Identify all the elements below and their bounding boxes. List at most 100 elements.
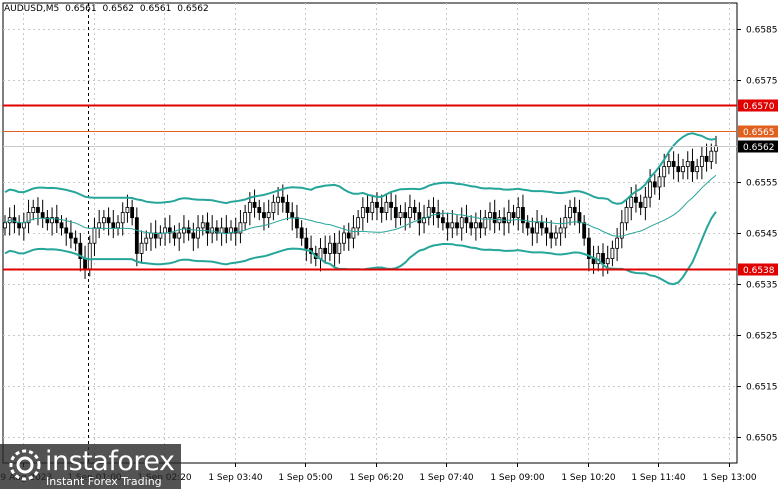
candle-body xyxy=(59,222,64,229)
ohlc-close: 0.6562 xyxy=(177,4,209,14)
candle-body xyxy=(356,217,361,229)
x-tick-label: 1 Sep 09:00 xyxy=(490,473,545,483)
candle-body xyxy=(276,196,280,203)
candle-body xyxy=(652,181,657,188)
candle-body xyxy=(676,166,681,173)
bollinger-upper-band xyxy=(4,132,717,205)
candle-body xyxy=(450,222,455,229)
candle-body xyxy=(417,212,422,224)
candle-body xyxy=(252,201,257,208)
candle-body xyxy=(40,212,45,219)
candle-body xyxy=(106,217,111,224)
candle-body xyxy=(360,207,365,219)
candle-body xyxy=(83,258,87,270)
candle-body xyxy=(572,207,577,213)
candle-body xyxy=(139,242,144,254)
price-level-label: 0.6562 xyxy=(743,143,775,153)
symbol-timeframe: AUDUSD,M5 xyxy=(4,4,60,14)
candle-body xyxy=(342,232,346,244)
candle-body xyxy=(398,212,403,219)
candle-body xyxy=(370,201,375,213)
candle-body xyxy=(177,232,182,239)
candle-body xyxy=(497,217,502,224)
candle-body xyxy=(73,237,78,244)
candle-body xyxy=(332,242,337,254)
x-tick-label: 1 Sep 05:00 xyxy=(278,473,333,483)
candle-body xyxy=(648,181,652,198)
y-tick-label: 0.6535 xyxy=(746,281,778,291)
y-tick-label: 0.6545 xyxy=(746,230,778,240)
candle-body xyxy=(31,207,36,213)
candle-body xyxy=(615,237,620,249)
candle-body xyxy=(436,212,441,219)
price-level-label: 0.6565 xyxy=(743,128,775,138)
candle-body xyxy=(605,258,610,265)
watermark-brand: instaforex xyxy=(45,446,175,477)
candle-body xyxy=(704,155,709,162)
candle-body xyxy=(464,217,469,224)
candle-body xyxy=(473,222,478,229)
candle-body xyxy=(290,212,295,219)
candle-body xyxy=(149,232,153,239)
candle-body xyxy=(671,161,676,167)
candle-body xyxy=(506,212,511,224)
candle-body xyxy=(530,227,535,234)
chart-title: AUDUSD,M5 0.6561 0.6562 0.6561 0.6562 xyxy=(4,4,212,14)
candle-body xyxy=(247,201,252,213)
candle-body xyxy=(196,227,200,239)
candle-body xyxy=(582,222,587,239)
candle-body xyxy=(681,166,685,173)
y-tick-label: 0.6575 xyxy=(746,77,778,87)
candle-body xyxy=(219,227,224,234)
chart: 0.6505 0.6515 0.6525 0.6535 0.6545 0.6555 0.65… xyxy=(0,0,781,489)
candle-body xyxy=(172,232,177,239)
candle-body xyxy=(64,227,69,234)
candle-body xyxy=(549,232,554,239)
candle-body xyxy=(130,207,135,219)
ohlc-high: 0.6562 xyxy=(102,4,135,14)
x-tick-label: 1 Sep 11:40 xyxy=(631,473,686,483)
candle-body xyxy=(667,161,671,167)
candle-body xyxy=(393,207,398,219)
candle-body xyxy=(323,247,328,254)
candle-body xyxy=(379,207,384,213)
candle-body xyxy=(266,212,271,219)
x-tick-label: 1 Sep 06:20 xyxy=(349,473,404,483)
candle-body xyxy=(3,222,7,229)
candle-body xyxy=(285,201,290,213)
candle-body xyxy=(657,176,662,188)
candle-body xyxy=(351,227,356,239)
candle-body xyxy=(492,212,497,224)
watermark: instaforex Instant Forex Trading xyxy=(0,444,181,489)
candle-body xyxy=(87,242,92,270)
watermark-tagline: Instant Forex Trading xyxy=(46,475,162,488)
candle-body xyxy=(257,207,262,213)
candle-body xyxy=(685,161,690,167)
x-tick-label: 1 Sep 13:00 xyxy=(702,473,757,483)
x-tick-label: 1 Sep 07:40 xyxy=(419,473,474,483)
candle-body xyxy=(69,232,73,239)
candle-body xyxy=(36,207,40,213)
candle-body xyxy=(295,217,299,229)
candle-body xyxy=(544,227,549,234)
candle-body xyxy=(327,242,332,254)
candle-body xyxy=(554,232,558,239)
candle-body xyxy=(709,150,714,162)
candle-body xyxy=(412,207,417,213)
candle-body xyxy=(478,222,483,229)
x-tick-label: 1 Sep 10:20 xyxy=(561,473,616,483)
candle-body xyxy=(558,227,563,234)
candle-body xyxy=(568,207,572,219)
candle-body xyxy=(299,227,304,239)
candle-body xyxy=(638,201,643,208)
candle-body xyxy=(384,201,389,213)
candle-body xyxy=(271,201,276,213)
candle-body xyxy=(191,232,196,239)
candle-body xyxy=(389,201,394,208)
candle-body xyxy=(445,222,450,229)
candle-body xyxy=(163,227,167,234)
y-tick-label: 0.6505 xyxy=(746,434,778,444)
y-tick-label: 0.6555 xyxy=(746,179,778,189)
candle-body xyxy=(21,222,26,229)
candle-body xyxy=(101,217,106,224)
